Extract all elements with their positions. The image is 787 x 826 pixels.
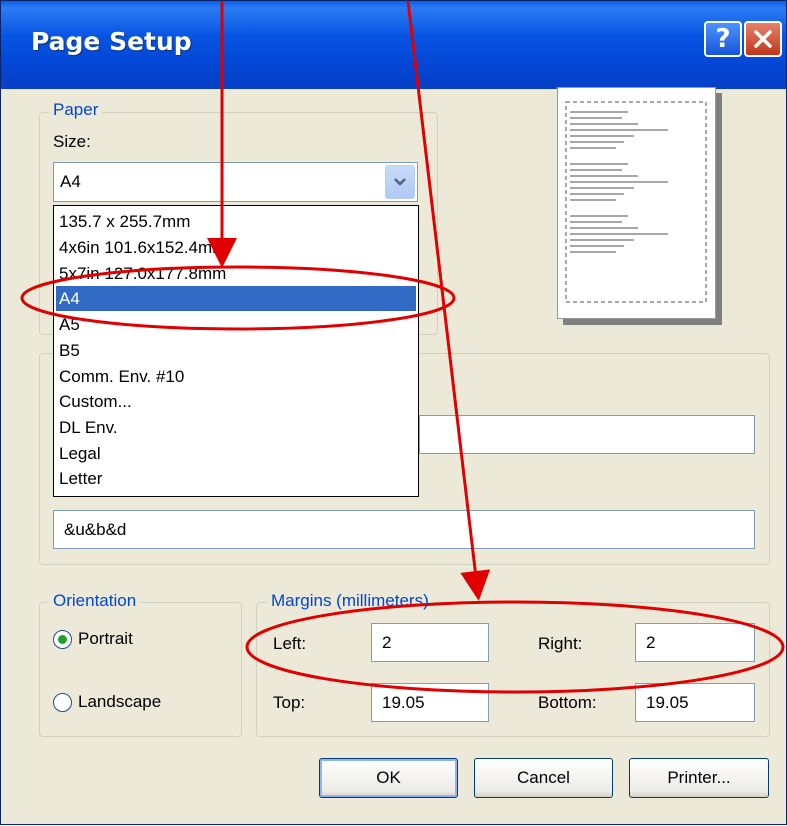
printer-button[interactable]: Printer... [629, 758, 769, 798]
list-item[interactable]: Comm. Env. #10 [56, 364, 416, 389]
ok-button[interactable]: OK [319, 758, 458, 798]
cancel-button[interactable]: Cancel [474, 758, 613, 798]
bottom-margin-label: Bottom: [538, 693, 597, 712]
right-margin-input[interactable] [635, 623, 755, 662]
footer-input[interactable] [53, 510, 755, 549]
page-preview [557, 87, 716, 319]
portrait-label[interactable]: Portrait [78, 629, 133, 649]
close-icon [754, 30, 772, 48]
bottom-margin-input[interactable] [635, 683, 755, 722]
right-margin-label: Right: [538, 634, 583, 653]
orientation-legend: Orientation [49, 591, 141, 611]
list-item[interactable]: 135.7 x 255.7mm [56, 209, 416, 234]
list-item[interactable]: A5 [56, 312, 416, 337]
preview-page-illustration [565, 101, 707, 303]
page-setup-dialog: Page Setup ? Paper Size: A4 &u&b&d 135.7… [0, 0, 787, 825]
top-margin-field[interactable] [372, 684, 488, 721]
landscape-label[interactable]: Landscape [78, 692, 161, 712]
list-item[interactable]: B5 [56, 338, 416, 363]
help-button[interactable]: ? [704, 21, 742, 57]
chevron-down-icon [394, 178, 406, 186]
list-item[interactable]: Legal [56, 441, 416, 466]
paper-size-dropdown-list: 135.7 x 255.7mm 4x6in 101.6x152.4mm 5x7i… [53, 205, 419, 497]
list-item[interactable]: Custom... [56, 389, 416, 414]
paper-size-value: A4 [60, 172, 81, 191]
title-bar: Page Setup ? [1, 1, 786, 89]
help-icon: ? [715, 24, 731, 54]
paper-legend: Paper [49, 100, 103, 120]
left-margin-input[interactable] [371, 623, 489, 662]
list-item[interactable]: 5x7in 127.0x177.8mm [56, 261, 416, 286]
size-label: Size: [53, 132, 91, 151]
top-margin-label: Top: [273, 693, 306, 712]
list-item[interactable]: Letter [56, 466, 416, 491]
list-item[interactable]: DL Env. [56, 415, 416, 440]
header-input[interactable] [419, 415, 755, 454]
left-margin-field[interactable] [372, 624, 488, 661]
list-item[interactable]: 4x6in 101.6x152.4mm [56, 235, 416, 260]
landscape-radio[interactable] [53, 693, 72, 712]
margins-legend: Margins (millimeters) [267, 591, 433, 611]
dropdown-button[interactable] [385, 165, 415, 199]
window-title: Page Setup [31, 27, 192, 56]
list-item-selected[interactable]: A4 [56, 286, 416, 311]
orientation-group [39, 602, 242, 737]
left-margin-label: Left: [273, 634, 307, 653]
portrait-radio[interactable] [53, 630, 72, 649]
top-margin-input[interactable] [371, 683, 489, 722]
footer-input-field[interactable] [54, 511, 754, 548]
right-margin-field[interactable] [636, 624, 754, 661]
close-button[interactable] [744, 21, 782, 57]
bottom-margin-field[interactable] [636, 684, 754, 721]
paper-size-select[interactable]: A4 [53, 162, 418, 202]
